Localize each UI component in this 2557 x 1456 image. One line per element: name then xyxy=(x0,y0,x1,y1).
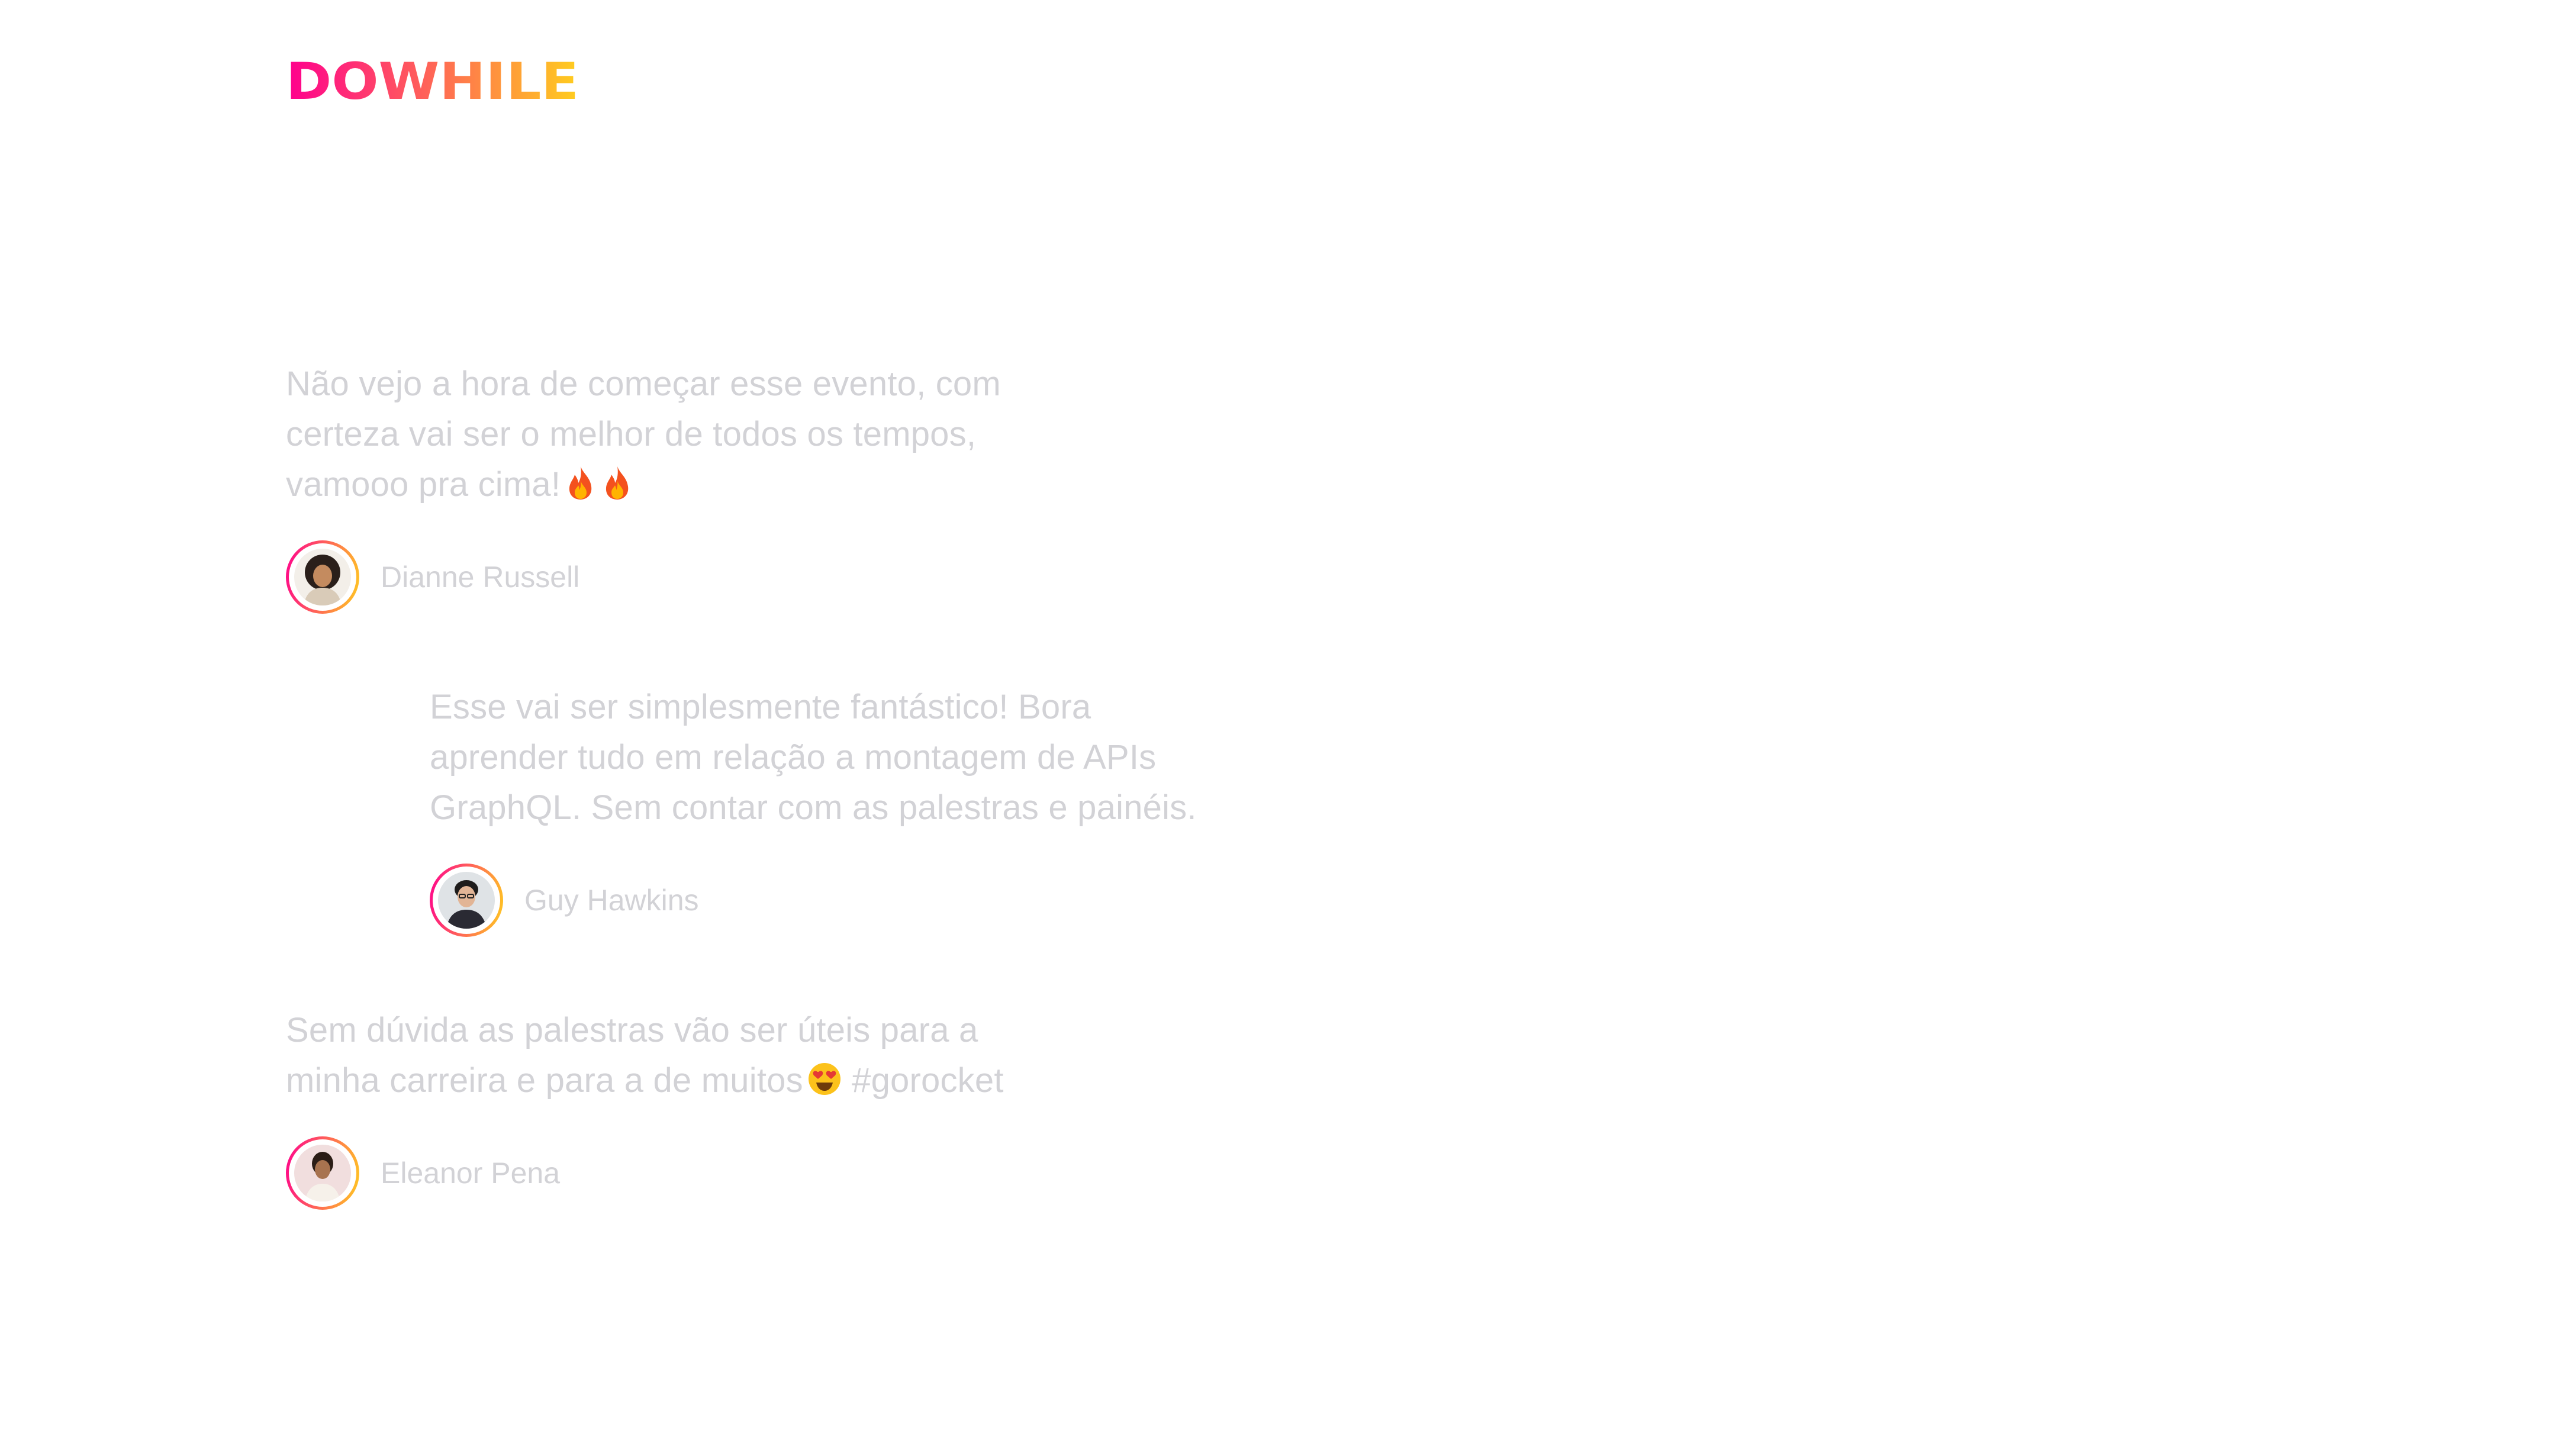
svg-text:DOWHILE: DOWHILE xyxy=(286,57,579,101)
message-card: Esse vai ser simplesmente fantástico! Bo… xyxy=(430,682,1223,937)
heart-eyes-emoji-icon xyxy=(807,1061,842,1097)
author-name: Eleanor Pena xyxy=(381,1157,561,1190)
avatar xyxy=(286,540,359,614)
message-author: Dianne Russell xyxy=(286,540,1079,614)
dowhile-logo: DOWHILE xyxy=(286,57,579,101)
author-name: Dianne Russell xyxy=(381,561,580,594)
avatar-photo-icon xyxy=(294,549,351,605)
message-text: Sem dúvida as palestras vão ser úteis pa… xyxy=(286,1005,1079,1106)
hashtag: #gorocket xyxy=(852,1061,1004,1100)
message-author: Eleanor Pena xyxy=(286,1136,1079,1210)
avatar-photo-icon xyxy=(294,1145,351,1201)
message-card: Sem dúvida as palestras vão ser úteis pa… xyxy=(286,1005,1079,1210)
fire-emoji-icon xyxy=(564,465,597,501)
author-name: Guy Hawkins xyxy=(524,884,699,917)
message-card: Não vejo a hora de começar esse evento, … xyxy=(286,359,1079,614)
message-wall-page: DOWHILE Não vejo a hora de começar esse … xyxy=(0,0,2557,1456)
message-text: Esse vai ser simplesmente fantástico! Bo… xyxy=(430,688,1197,827)
fire-emoji-icon xyxy=(601,465,634,501)
message-author: Guy Hawkins xyxy=(430,864,1223,937)
avatar-photo-icon xyxy=(438,872,495,929)
avatar xyxy=(286,1136,359,1210)
avatar xyxy=(430,864,503,937)
message-text: Não vejo a hora de começar esse evento, … xyxy=(286,359,1079,510)
message-body: Não vejo a hora de começar esse evento, … xyxy=(286,365,1001,504)
